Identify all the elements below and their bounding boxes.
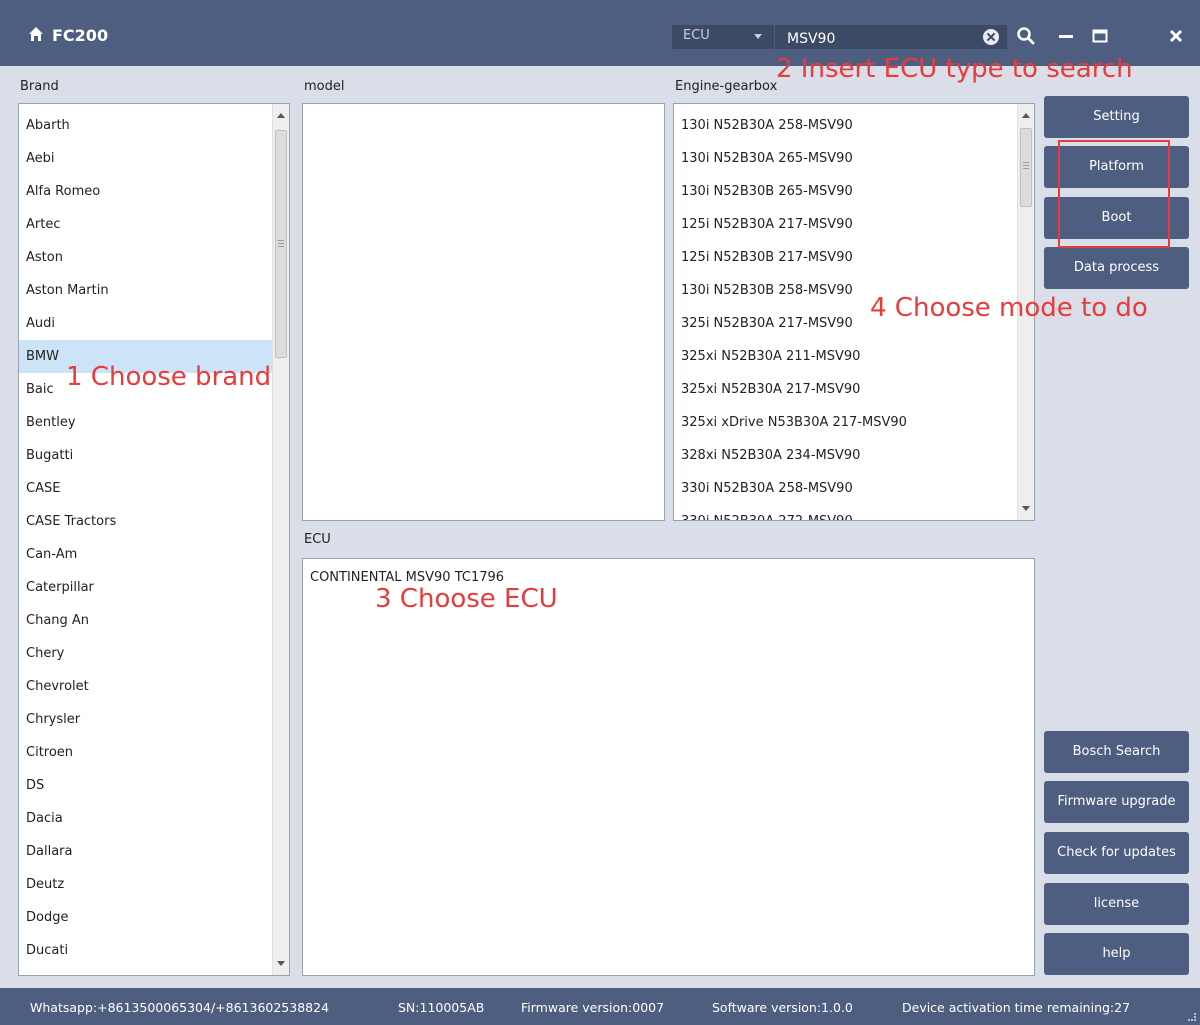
- brand-scrollbar[interactable]: [272, 104, 289, 975]
- brand-list-item[interactable]: Aston: [19, 241, 289, 274]
- brand-list-item[interactable]: Ducati: [19, 934, 289, 967]
- engine-list-item[interactable]: 325xi N52B30A 217-MSV90: [674, 373, 1034, 406]
- engine-list-item[interactable]: 125i N52B30A 217-MSV90: [674, 208, 1034, 241]
- engine-list-item[interactable]: 328xi N52B30A 234-MSV90: [674, 439, 1034, 472]
- search-icon[interactable]: [1016, 26, 1036, 46]
- close-icon[interactable]: [1166, 26, 1186, 46]
- model-list[interactable]: [302, 103, 665, 521]
- ecu-header: ECU: [304, 532, 331, 547]
- brand-list-item[interactable]: Chang An: [19, 604, 289, 637]
- engine-list-item[interactable]: 130i N52B30A 265-MSV90: [674, 142, 1034, 175]
- brand-list-item[interactable]: Audi: [19, 307, 289, 340]
- home-icon[interactable]: [28, 26, 44, 42]
- data-process-button[interactable]: Data process: [1044, 247, 1189, 289]
- brand-header: Brand: [20, 79, 59, 94]
- scroll-up-icon[interactable]: [277, 113, 285, 118]
- brand-list-item[interactable]: Alfa Romeo: [19, 175, 289, 208]
- brand-list-item[interactable]: Caterpillar: [19, 571, 289, 604]
- status-bar: Whatsapp:+8613500065304/+8613602538824 S…: [0, 988, 1200, 1025]
- maximize-icon[interactable]: [1090, 26, 1110, 46]
- minimize-icon[interactable]: [1056, 26, 1076, 46]
- brand-list-item[interactable]: Bentley: [19, 406, 289, 439]
- brand-list-item[interactable]: CASE: [19, 472, 289, 505]
- status-firmware: Firmware version:0007: [521, 1000, 665, 1015]
- status-activation: Device activation time remaining:27: [902, 1000, 1131, 1015]
- status-software: Software version:1.0.0: [712, 1000, 853, 1015]
- brand-list-item[interactable]: Dallara: [19, 835, 289, 868]
- annotation-step2: 2 Insert ECU type to search: [776, 54, 1133, 84]
- scroll-thumb[interactable]: [1020, 128, 1032, 207]
- brand-list-item[interactable]: Bugatti: [19, 439, 289, 472]
- engine-list-item[interactable]: 325xi N52B30A 211-MSV90: [674, 340, 1034, 373]
- brand-list-item[interactable]: Citroen: [19, 736, 289, 769]
- ecu-list[interactable]: CONTINENTAL MSV90 TC1796: [302, 558, 1035, 976]
- brand-list-item[interactable]: Chevrolet: [19, 670, 289, 703]
- brand-list-item[interactable]: Deutz: [19, 868, 289, 901]
- engine-list-item[interactable]: 330i N52B30A 272-MSV90: [674, 505, 1034, 520]
- brand-list-item[interactable]: Aebi: [19, 142, 289, 175]
- annotation-step1: 1 Choose brand: [66, 362, 272, 392]
- engine-list-item[interactable]: 130i N52B30B 265-MSV90: [674, 175, 1034, 208]
- brand-list-item[interactable]: Can-Am: [19, 538, 289, 571]
- brand-list-item[interactable]: Dodge: [19, 901, 289, 934]
- brand-list-item[interactable]: Chery: [19, 637, 289, 670]
- engine-list-item[interactable]: 330i N52B30A 258-MSV90: [674, 472, 1034, 505]
- resize-grip[interactable]: [1188, 1013, 1196, 1021]
- engine-list-item[interactable]: 325xi xDrive N53B30A 217-MSV90: [674, 406, 1034, 439]
- scroll-down-icon[interactable]: [277, 961, 285, 966]
- license-button[interactable]: license: [1044, 883, 1189, 925]
- search-input[interactable]: [775, 25, 1007, 49]
- annotation-step4: 4 Choose mode to do: [870, 293, 1148, 323]
- annotation-highlight-box: [1058, 140, 1170, 248]
- brand-list-item[interactable]: Aston Martin: [19, 274, 289, 307]
- clear-icon[interactable]: [983, 29, 999, 45]
- firmware-upgrade-button[interactable]: Firmware upgrade: [1044, 781, 1189, 823]
- search-type-value: ECU: [683, 28, 710, 43]
- status-sn: SN:110005AB: [398, 1000, 485, 1015]
- check-updates-button[interactable]: Check for updates: [1044, 832, 1189, 874]
- annotation-step3: 3 Choose ECU: [375, 584, 558, 614]
- brand-list-item[interactable]: Chrysler: [19, 703, 289, 736]
- scroll-down-icon[interactable]: [1022, 506, 1030, 511]
- setting-button[interactable]: Setting: [1044, 96, 1189, 138]
- brand-list-item[interactable]: CASE Tractors: [19, 505, 289, 538]
- status-whatsapp: Whatsapp:+8613500065304/+8613602538824: [30, 1000, 330, 1015]
- app-title: FC200: [52, 26, 109, 45]
- scroll-up-icon[interactable]: [1022, 113, 1030, 118]
- brand-list-item[interactable]: Artec: [19, 208, 289, 241]
- bosch-search-button[interactable]: Bosch Search: [1044, 731, 1189, 773]
- model-header: model: [304, 79, 345, 94]
- scroll-thumb[interactable]: [275, 130, 287, 358]
- chevron-down-icon[interactable]: [754, 34, 762, 39]
- engine-header: Engine-gearbox: [675, 79, 778, 94]
- brand-list-item[interactable]: Dacia: [19, 802, 289, 835]
- help-button[interactable]: help: [1044, 933, 1189, 975]
- brand-list-item[interactable]: Abarth: [19, 109, 289, 142]
- brand-list[interactable]: Abarth Aebi Alfa Romeo Artec Aston Aston Mart…: [18, 103, 290, 976]
- brand-list-item[interactable]: DS: [19, 769, 289, 802]
- engine-list-item[interactable]: 125i N52B30B 217-MSV90: [674, 241, 1034, 274]
- engine-list-item[interactable]: 130i N52B30A 258-MSV90: [674, 109, 1034, 142]
